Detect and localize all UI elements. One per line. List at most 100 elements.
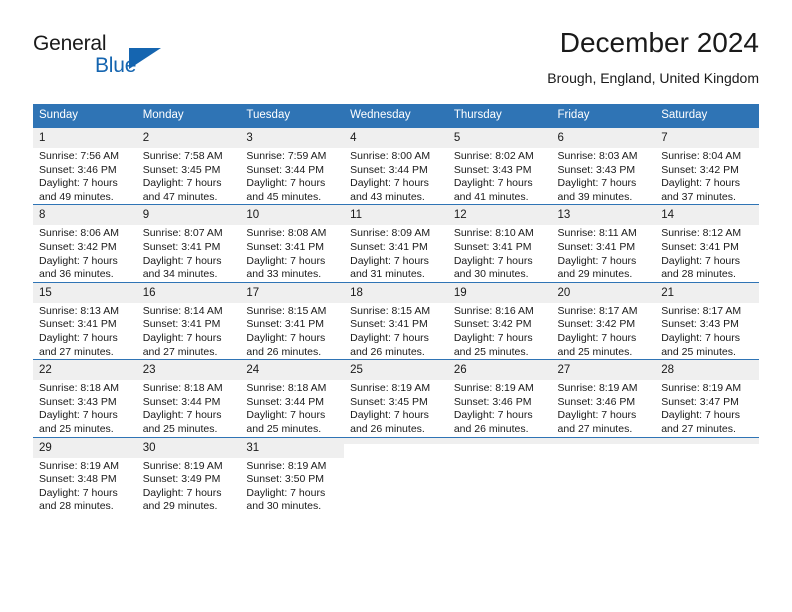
calendar-day-cell[interactable]: 5 Sunrise: 8:02 AM Sunset: 3:43 PM Daylight…	[447, 126, 552, 205]
day-cell-inner: 27 Sunrise: 8:19 AM Sunset: 3:46 PM Dayligh…	[551, 360, 656, 437]
day-details: Sunrise: 8:09 AM Sunset: 3:41 PM Daylight:…	[344, 225, 448, 281]
daylight-duration-line2: and 28 minutes.	[661, 268, 736, 281]
sunrise-time: Sunrise: 8:16 AM	[453, 304, 534, 317]
day-cell-inner: 15 Sunrise: 8:13 AM Sunset: 3:41 PM Dayligh…	[33, 282, 137, 360]
day-number: 20	[551, 282, 656, 303]
calendar-day-cell[interactable]: 30 Sunrise: 8:19 AM Sunset: 3:49 PM Dayligh…	[136, 436, 241, 514]
general-blue-logo: General Blue	[33, 32, 233, 88]
daylight-duration-line2: and 30 minutes.	[246, 500, 322, 513]
sunset-time: Sunset: 3:45 PM	[350, 395, 428, 408]
sunset-time: Sunset: 3:41 PM	[246, 240, 325, 253]
calendar-day-cell[interactable]: 16 Sunrise: 8:14 AM Sunset: 3:41 PM Dayligh…	[136, 281, 241, 360]
sunrise-time: Sunrise: 7:59 AM	[246, 150, 327, 162]
sunset-time: Sunset: 3:41 PM	[557, 240, 636, 253]
calendar-day-cell[interactable]: 10 Sunrise: 8:08 AM Sunset: 3:41 PM Dayligh…	[240, 204, 345, 283]
daylight-duration-line1: Daylight: 7 hours	[557, 331, 637, 344]
sunset-time: Sunset: 3:44 PM	[246, 163, 325, 176]
sunset-time: Sunset: 3:41 PM	[142, 318, 221, 331]
day-number: 19	[447, 282, 552, 303]
calendar-day-cell[interactable]: 21 Sunrise: 8:17 AM Sunset: 3:43 PM Dayligh…	[655, 281, 759, 360]
sunrise-time: Sunrise: 7:58 AM	[142, 150, 223, 162]
calendar-day-cell[interactable]: 15 Sunrise: 8:13 AM Sunset: 3:41 PM Dayligh…	[33, 281, 137, 360]
day-details	[448, 444, 552, 446]
day-number: 26	[447, 360, 552, 381]
sunrise-time: Sunrise: 8:18 AM	[142, 382, 223, 395]
calendar-day-cell[interactable]: 28 Sunrise: 8:19 AM Sunset: 3:47 PM Dayligh…	[655, 359, 759, 437]
day-number: 16	[136, 282, 241, 303]
calendar-day-cell[interactable]: 29 Sunrise: 8:19 AM Sunset: 3:48 PM Dayligh…	[33, 436, 137, 514]
weekday-header-sunday: Sunday	[33, 104, 137, 128]
day-cell-inner: 28 Sunrise: 8:19 AM Sunset: 3:47 PM Dayligh…	[655, 360, 759, 437]
calendar-day-cell[interactable]: 25 Sunrise: 8:19 AM Sunset: 3:45 PM Dayligh…	[344, 359, 448, 437]
calendar-day-cell[interactable]: 18 Sunrise: 8:15 AM Sunset: 3:41 PM Dayligh…	[344, 281, 448, 360]
calendar-day-cell[interactable]: 11 Sunrise: 8:09 AM Sunset: 3:41 PM Dayligh…	[344, 204, 448, 283]
daylight-duration-line1: Daylight: 7 hours	[661, 331, 741, 344]
sunset-time: Sunset: 3:45 PM	[142, 163, 221, 176]
calendar-day-cell[interactable]: 8 Sunrise: 8:06 AM Sunset: 3:42 PM Daylight…	[33, 204, 137, 283]
daylight-duration-line2: and 39 minutes.	[557, 190, 633, 203]
day-details: Sunrise: 8:14 AM Sunset: 3:41 PM Daylight:…	[137, 303, 241, 359]
daylight-duration-line1: Daylight: 7 hours	[661, 409, 741, 422]
day-cell-inner: 17 Sunrise: 8:15 AM Sunset: 3:41 PM Dayligh…	[240, 282, 345, 360]
calendar-day-cell[interactable]: 19 Sunrise: 8:16 AM Sunset: 3:42 PM Dayligh…	[447, 281, 552, 360]
sunset-time: Sunset: 3:41 PM	[350, 240, 428, 253]
daylight-duration-line1: Daylight: 7 hours	[246, 331, 326, 344]
day-details: Sunrise: 8:15 AM Sunset: 3:41 PM Daylight:…	[344, 303, 448, 359]
day-number: 21	[655, 282, 759, 303]
calendar-day-cell[interactable]: 14 Sunrise: 8:12 AM Sunset: 3:41 PM Dayligh…	[655, 204, 759, 283]
calendar-week-row: 22 Sunrise: 8:18 AM Sunset: 3:43 PM Dayligh…	[33, 359, 759, 437]
calendar-day-cell[interactable]: 3 Sunrise: 7:59 AM Sunset: 3:44 PM Daylight…	[240, 126, 345, 205]
daylight-duration-line2: and 26 minutes.	[246, 345, 322, 358]
calendar-day-cell[interactable]: 26 Sunrise: 8:19 AM Sunset: 3:46 PM Dayligh…	[447, 359, 552, 437]
calendar-day-cell[interactable]: 12 Sunrise: 8:10 AM Sunset: 3:41 PM Dayligh…	[447, 204, 552, 283]
day-number: 7	[655, 128, 759, 148]
sunrise-time: Sunrise: 8:19 AM	[350, 382, 431, 395]
daylight-duration-line1: Daylight: 7 hours	[350, 254, 429, 267]
calendar-day-cell[interactable]: 24 Sunrise: 8:18 AM Sunset: 3:44 PM Dayligh…	[240, 359, 345, 437]
day-number: 25	[344, 360, 448, 381]
day-cell-inner: 20 Sunrise: 8:17 AM Sunset: 3:42 PM Dayligh…	[551, 282, 656, 360]
calendar-day-cell[interactable]: 20 Sunrise: 8:17 AM Sunset: 3:42 PM Dayligh…	[551, 281, 656, 360]
calendar-body: 1 Sunrise: 7:56 AM Sunset: 3:46 PM Daylight…	[33, 126, 759, 514]
day-cell-inner: 7 Sunrise: 8:04 AM Sunset: 3:42 PM Daylight…	[655, 128, 759, 205]
daylight-duration-line2: and 27 minutes.	[557, 422, 633, 435]
day-cell-inner: 18 Sunrise: 8:15 AM Sunset: 3:41 PM Dayligh…	[344, 282, 448, 360]
calendar-day-cell[interactable]: 6 Sunrise: 8:03 AM Sunset: 3:43 PM Daylight…	[551, 126, 656, 205]
sunrise-time: Sunrise: 8:18 AM	[246, 382, 327, 395]
day-number: 13	[551, 205, 656, 226]
daylight-duration-line1: Daylight: 7 hours	[142, 254, 222, 267]
day-details: Sunrise: 8:19 AM Sunset: 3:46 PM Daylight:…	[552, 380, 656, 436]
day-cell-inner: 19 Sunrise: 8:16 AM Sunset: 3:42 PM Dayligh…	[447, 282, 552, 360]
daylight-duration-line2: and 27 minutes.	[39, 345, 114, 358]
calendar-day-cell[interactable]: 9 Sunrise: 8:07 AM Sunset: 3:41 PM Daylight…	[136, 204, 241, 283]
calendar-day-cell[interactable]: 7 Sunrise: 8:04 AM Sunset: 3:42 PM Daylight…	[655, 126, 759, 205]
day-details: Sunrise: 8:00 AM Sunset: 3:44 PM Daylight:…	[344, 148, 448, 204]
calendar-day-cell[interactable]: 31 Sunrise: 8:19 AM Sunset: 3:50 PM Dayligh…	[240, 436, 345, 514]
sunrise-time: Sunrise: 8:11 AM	[557, 227, 637, 240]
sunset-time: Sunset: 3:42 PM	[557, 318, 636, 331]
calendar-day-cell[interactable]: 1 Sunrise: 7:56 AM Sunset: 3:46 PM Daylight…	[33, 126, 137, 205]
day-number: 8	[33, 205, 137, 226]
calendar-day-cell[interactable]: 22 Sunrise: 8:18 AM Sunset: 3:43 PM Dayligh…	[33, 359, 137, 437]
calendar-day-cell[interactable]: 17 Sunrise: 8:15 AM Sunset: 3:41 PM Dayligh…	[240, 281, 345, 360]
daylight-duration-line2: and 30 minutes.	[453, 268, 529, 281]
calendar-day-cell[interactable]: 2 Sunrise: 7:58 AM Sunset: 3:45 PM Daylight…	[136, 126, 241, 205]
day-cell-inner: 6 Sunrise: 8:03 AM Sunset: 3:43 PM Daylight…	[551, 128, 656, 205]
day-cell-inner: 10 Sunrise: 8:08 AM Sunset: 3:41 PM Dayligh…	[240, 205, 345, 282]
sunset-time: Sunset: 3:43 PM	[453, 163, 532, 176]
daylight-duration-line2: and 25 minutes.	[557, 345, 633, 358]
sunrise-time: Sunrise: 8:06 AM	[39, 227, 119, 240]
daylight-duration-line2: and 27 minutes.	[142, 345, 218, 358]
sunset-time: Sunset: 3:50 PM	[246, 473, 325, 486]
daylight-duration-line2: and 25 minutes.	[453, 345, 529, 358]
day-details: Sunrise: 8:08 AM Sunset: 3:41 PM Daylight:…	[240, 225, 344, 281]
calendar-day-cell[interactable]: 13 Sunrise: 8:11 AM Sunset: 3:41 PM Dayligh…	[551, 204, 656, 283]
day-cell-inner	[447, 437, 552, 514]
calendar-day-cell[interactable]: 23 Sunrise: 8:18 AM Sunset: 3:44 PM Dayligh…	[136, 359, 241, 437]
day-number: 4	[344, 128, 448, 148]
daylight-duration-line2: and 25 minutes.	[661, 345, 736, 358]
day-cell-inner: 22 Sunrise: 8:18 AM Sunset: 3:43 PM Dayligh…	[33, 360, 137, 437]
calendar-day-cell[interactable]: 4 Sunrise: 8:00 AM Sunset: 3:44 PM Daylight…	[344, 126, 448, 205]
sunrise-time: Sunrise: 8:19 AM	[246, 459, 327, 472]
calendar-day-cell[interactable]: 27 Sunrise: 8:19 AM Sunset: 3:46 PM Dayligh…	[551, 359, 656, 437]
